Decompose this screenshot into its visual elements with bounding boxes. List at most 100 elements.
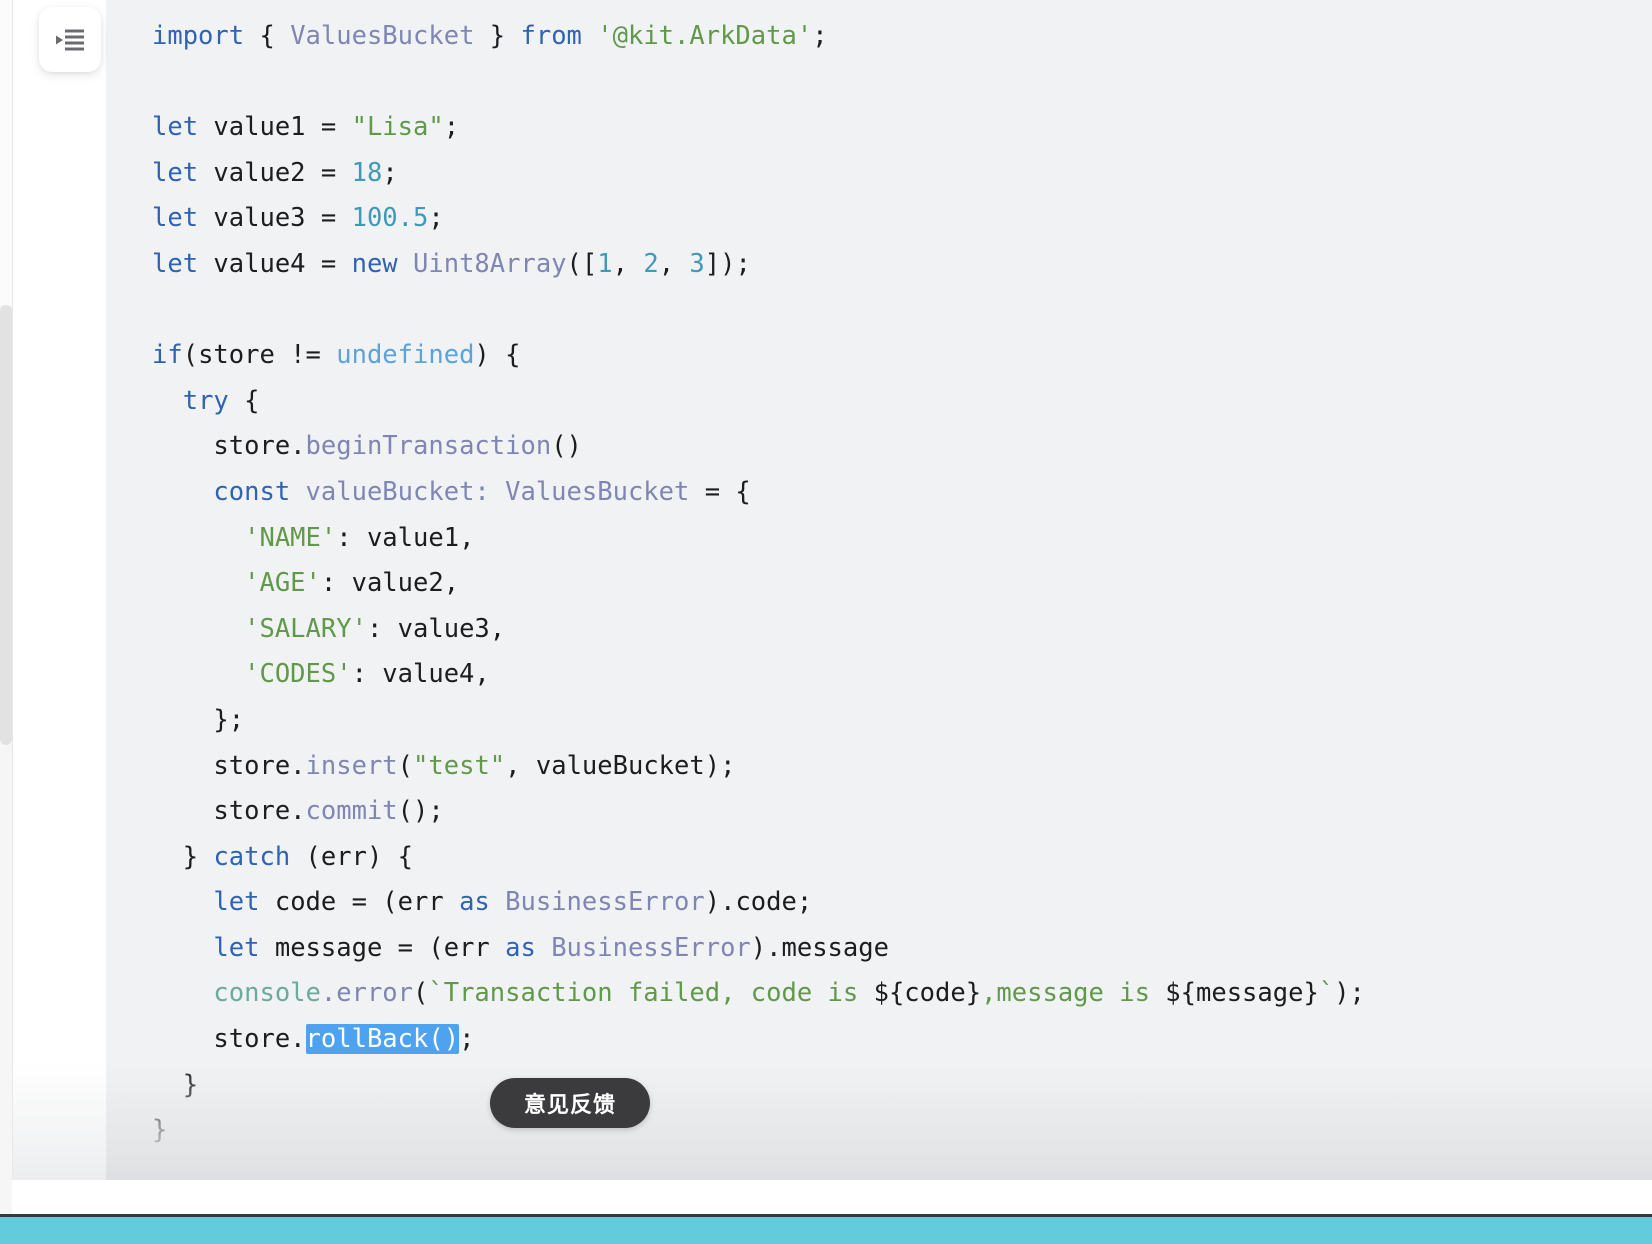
token-property-code: ).code;: [704, 887, 813, 918]
token-number-100-5: 100.5: [351, 203, 429, 234]
token-brace-close-try: }: [182, 1069, 199, 1100]
token-module-path: '@kit.ArkData': [581, 21, 813, 51]
token-brace-open: {: [244, 21, 291, 51]
bottom-accent-bar: [0, 1217, 1652, 1244]
token-object-console: console: [213, 978, 321, 1009]
token-key-name: 'NAME': [244, 522, 337, 553]
collapse-sidebar-icon: [55, 28, 85, 52]
token-brace-close-if: }: [152, 1115, 168, 1146]
token-assign-open: = {: [689, 476, 751, 507]
token-let-keyword: let: [152, 157, 199, 188]
token-semicolon: ;: [812, 21, 828, 51]
vertical-scrollbar-thumb[interactable]: [0, 305, 12, 745]
token-key-age: 'AGE': [244, 568, 321, 599]
feedback-button[interactable]: 意见反馈: [490, 1078, 650, 1128]
token-string-test: "test": [413, 750, 506, 781]
token-type-businesserror: BusinessError: [489, 887, 705, 918]
token-value-value3: : value3,: [366, 613, 506, 644]
token-type-valuesbucket: ValuesBucket: [505, 476, 690, 507]
token-paren-close: ]);: [704, 248, 751, 279]
token-comma: ,: [612, 248, 644, 279]
token-parens: ();: [397, 796, 444, 827]
token-method-begintransaction: beginTransaction: [305, 431, 552, 462]
token-try-keyword: try: [182, 385, 229, 416]
token-string-lisa: "Lisa": [351, 112, 444, 143]
token-var-value4: value4 =: [198, 248, 352, 279]
token-template-backtick: `: [1318, 978, 1335, 1009]
token-from-keyword: from: [520, 21, 582, 51]
token-method-commit: commit: [305, 796, 398, 827]
token-parens: (): [551, 431, 582, 462]
token-paren-open: ([: [566, 248, 598, 279]
token-method-error: .error: [320, 978, 414, 1009]
token-var-valuebucket: valueBucket:: [290, 476, 506, 507]
token-type-uint8array: Uint8Array: [397, 248, 567, 279]
token-paren-open: (: [397, 750, 414, 781]
token-object-store: store.: [213, 796, 306, 827]
token-key-codes: 'CODES': [244, 659, 352, 690]
token-var-value3: value3 =: [198, 203, 352, 234]
token-interpolation-message: ${message}: [1165, 978, 1319, 1009]
app-root: import { ValuesBucket } from '@kit.ArkDa…: [0, 0, 1652, 1244]
token-object-store: store.: [213, 750, 306, 781]
token-let-keyword: let: [152, 248, 199, 279]
token-catch-keyword: catch: [213, 841, 291, 872]
token-new-keyword: new: [351, 248, 398, 279]
vertical-scrollbar-track[interactable]: [0, 0, 12, 1244]
token-args-tail: , valueBucket);: [505, 750, 736, 781]
feedback-button-label: 意见反馈: [523, 1093, 616, 1118]
token-property-message: ).message: [750, 932, 889, 963]
token-brace-close: }: [182, 841, 214, 872]
token-const-keyword: const: [213, 476, 291, 507]
token-number-2: 2: [643, 248, 659, 279]
token-var-message: message = (err: [259, 932, 506, 963]
token-number-1: 1: [597, 248, 613, 279]
token-undefined-keyword: undefined: [336, 340, 475, 371]
token-let-keyword: let: [152, 112, 199, 143]
token-semicolon: ;: [382, 157, 398, 188]
token-let-keyword: let: [213, 887, 260, 918]
token-type-businesserror: BusinessError: [535, 932, 751, 963]
token-as-keyword: as: [505, 932, 536, 963]
token-semicolon: ;: [443, 112, 460, 143]
scrollbar-track-upper: [0, 0, 12, 305]
sidebar-column: [12, 0, 107, 1180]
token-let-keyword: let: [213, 932, 260, 963]
token-template-part2: ,message is: [981, 978, 1166, 1009]
token-value-value4: : value4,: [351, 659, 490, 690]
token-value-value1: : value1,: [336, 522, 475, 553]
token-var-value2: value2 =: [198, 157, 352, 188]
token-block-open: ) {: [474, 340, 521, 371]
collapse-sidebar-button[interactable]: [39, 7, 101, 72]
token-number-18: 18: [351, 157, 383, 188]
token-semicolon: ;: [459, 1024, 475, 1055]
token-template-part1: `Transaction failed, code is: [428, 978, 874, 1009]
token-condition: (store !=: [182, 340, 337, 371]
token-interpolation-code: ${code}: [873, 978, 982, 1009]
token-paren-open: (: [413, 978, 429, 1009]
token-object-close: };: [213, 704, 245, 735]
token-semicolon: ;: [428, 203, 444, 234]
token-as-keyword: as: [459, 887, 490, 918]
code-block[interactable]: import { ValuesBucket } from '@kit.ArkDa…: [106, 14, 1652, 1154]
token-key-salary: 'SALARY': [244, 613, 367, 644]
selected-text-rollback[interactable]: rollBack(): [305, 1024, 460, 1055]
token-object-store: store.: [213, 1024, 306, 1055]
token-value-value2: : value2,: [320, 568, 460, 599]
code-viewer-panel[interactable]: import { ValuesBucket } from '@kit.ArkDa…: [106, 0, 1652, 1180]
token-number-3: 3: [689, 248, 705, 279]
token-paren-close: );: [1334, 978, 1365, 1009]
token-method-insert: insert: [305, 750, 398, 781]
token-comma: ,: [658, 248, 690, 279]
token-object-store: store.: [213, 431, 306, 462]
code-scroll-area: import { ValuesBucket } from '@kit.ArkDa…: [106, 0, 1652, 1154]
token-var-code: code = (err: [259, 887, 460, 918]
token-if-keyword: if: [152, 340, 183, 371]
token-let-keyword: let: [152, 203, 199, 234]
token-import-keyword: import: [152, 21, 245, 51]
token-brace-close: }: [474, 21, 521, 51]
token-catch-param: (err) {: [290, 841, 414, 872]
token-block-open: {: [228, 385, 260, 416]
token-imported-type: ValuesBucket: [290, 21, 475, 51]
token-var-value1: value1 =: [198, 112, 352, 143]
